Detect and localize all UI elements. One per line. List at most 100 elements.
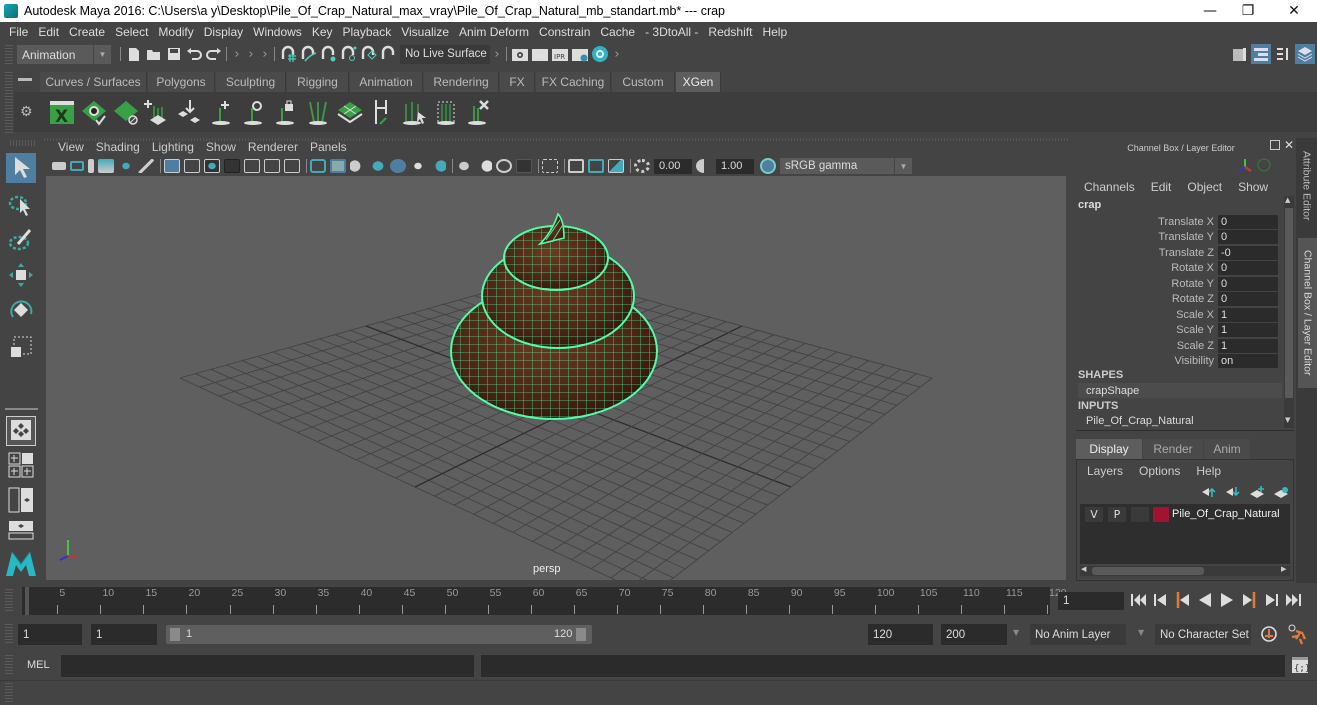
layer-tab-render[interactable]: Render [1143,439,1203,459]
channel-label[interactable]: Translate X [1072,216,1218,228]
image-plane-icon[interactable] [98,159,114,173]
live-surface-field[interactable]: No Live Surface [400,44,490,64]
shelf-grip[interactable] [5,72,13,134]
motion-blur-icon[interactable] [476,159,492,173]
script-editor-icon[interactable]: {;} [1291,656,1309,674]
timeline[interactable]: 5 10 15 20 25 30 35 40 45 50 55 60 65 70 75 80 85 90 95 100… [24,587,1067,615]
menu-visualize[interactable]: Visualize [396,25,454,39]
move-layer-up-icon[interactable] [1201,486,1217,498]
undo-icon[interactable] [184,44,204,64]
isolate-select-icon[interactable] [542,159,558,173]
channel-label[interactable]: Visibility [1072,355,1218,367]
four-view-layout[interactable] [6,451,36,481]
channel-box-scrollbar[interactable]: ▲ ▼ [1284,196,1294,428]
range-end-handle[interactable] [576,628,586,641]
gate-mask-icon[interactable] [224,159,240,173]
menu-edit[interactable]: Edit [33,25,64,39]
shelf-tab-rigging[interactable]: Rigging [287,72,349,92]
xgen-bend-guide-icon[interactable] [368,98,396,126]
channel-row[interactable]: Scale Z1 [1072,338,1282,353]
close-panel-icon[interactable]: ✕ [1284,138,1294,152]
lasso-tool[interactable] [6,190,36,220]
channel-value-field[interactable]: 0 [1218,230,1278,244]
menu-display[interactable]: Display [199,25,248,39]
depth-of-field-icon[interactable] [516,159,532,173]
channel-value-field[interactable]: 0 [1218,261,1278,275]
snap-grid-icon[interactable] [278,44,298,64]
render-settings-icon[interactable] [570,44,590,64]
animation-start-field[interactable]: 1 [18,624,82,645]
current-frame-field[interactable]: 1 [1058,592,1124,610]
play-backwards-icon[interactable] [1196,590,1214,610]
tool-settings-toggle-icon[interactable] [1273,44,1293,64]
viewport-menu-shading[interactable]: Shading [90,140,146,154]
scene-canvas[interactable] [46,176,1066,580]
color-management-toggle-icon[interactable] [760,158,776,174]
anim-layer-chevron-icon[interactable]: ▼ [1013,628,1019,637]
channel-label[interactable]: Rotate X [1072,262,1218,274]
channel-label[interactable]: Translate Z [1072,247,1218,259]
xgen-clear-preview-icon[interactable] [112,98,140,126]
xray-joints-icon[interactable] [608,159,624,173]
menu-playback[interactable]: Playback [338,25,397,39]
xgen-preview-icon[interactable] [80,98,108,126]
save-scene-icon[interactable] [164,44,184,64]
xgen-move-guides-icon[interactable] [176,98,204,126]
channel-value-field[interactable]: 0 [1218,214,1278,229]
new-scene-icon[interactable] [124,44,144,64]
shape-node[interactable]: crapShape [1078,383,1282,398]
bookmark-icon[interactable] [88,159,94,173]
scroll-left-icon[interactable]: ◀ [1081,565,1086,573]
close-button[interactable]: ✕ [1271,0,1317,22]
multisample-aa-icon[interactable] [496,159,512,173]
xray-active-components-icon[interactable] [588,159,604,173]
auto-key-icon[interactable] [1259,624,1279,644]
use-all-lights-icon[interactable] [410,159,426,173]
xgen-lock-guide-icon[interactable] [272,98,300,126]
modeling-toolkit-icon[interactable] [1229,44,1249,64]
xgen-add-guides-icon[interactable] [144,98,172,126]
make-live-icon[interactable] [378,44,398,64]
select-camera-icon[interactable] [52,162,66,170]
step-forward-frame-icon[interactable] [1262,590,1280,610]
channel-label[interactable]: Scale Z [1072,340,1218,352]
menuset-dropdown[interactable]: Animation ▼ [17,45,111,64]
redo-icon[interactable] [204,44,224,64]
input-node[interactable]: Pile_Of_Crap_Natural [1086,415,1194,427]
wireframe-on-shaded-icon[interactable] [370,159,386,173]
channel-row[interactable]: Scale Y1 [1072,323,1282,338]
scroll-right-icon[interactable]: ▶ [1281,565,1286,573]
viewport-menu-lighting[interactable]: Lighting [146,140,200,154]
channel-label[interactable]: Scale X [1072,309,1218,321]
scrollbar-thumb[interactable] [1285,208,1293,398]
collapse-arrow-icon[interactable]: › [230,44,244,64]
channel-value-field[interactable]: 1 [1218,338,1278,353]
poop-model[interactable] [450,212,658,420]
toolbar-grip[interactable] [5,45,13,64]
animation-end-field[interactable]: 200 [941,624,1007,645]
layer-help-menu[interactable]: Help [1196,464,1221,478]
channel-value-field[interactable]: 0 [1218,292,1278,306]
render-frame-icon[interactable] [530,44,550,64]
playback-end-field[interactable]: 120 [868,624,933,645]
wireframe-icon[interactable] [310,159,326,173]
playhead-marker[interactable] [25,587,29,615]
channel-value-field[interactable]: -0 [1218,245,1278,260]
cb-show-menu[interactable]: Show [1238,180,1268,194]
shelf-tab-custom[interactable]: Custom [612,72,675,92]
xgen-delete-guide-icon[interactable] [464,98,492,126]
view-transform-dropdown[interactable]: sRGB gamma ▼ [780,158,912,174]
viewport-menu-view[interactable]: View [52,140,90,154]
collapse-arrow-icon[interactable]: › [258,44,272,64]
shelf-tab-fx-caching[interactable]: FX Caching [536,72,611,92]
step-forward-key-icon[interactable] [1240,590,1258,610]
restore-button[interactable]: ❐ [1225,0,1271,22]
collapse-arrow-icon[interactable]: › [610,44,624,64]
channels-menu[interactable]: Channels [1084,180,1135,194]
channel-label[interactable]: Rotate Y [1072,278,1218,290]
ipr-render-icon[interactable]: IPR [550,44,570,64]
menu-help[interactable]: Help [757,25,792,39]
layer-display-type-toggle[interactable] [1131,507,1149,522]
xgen-select-guide-icon[interactable] [400,98,428,126]
xgen-normalize-guide-icon[interactable] [432,98,460,126]
